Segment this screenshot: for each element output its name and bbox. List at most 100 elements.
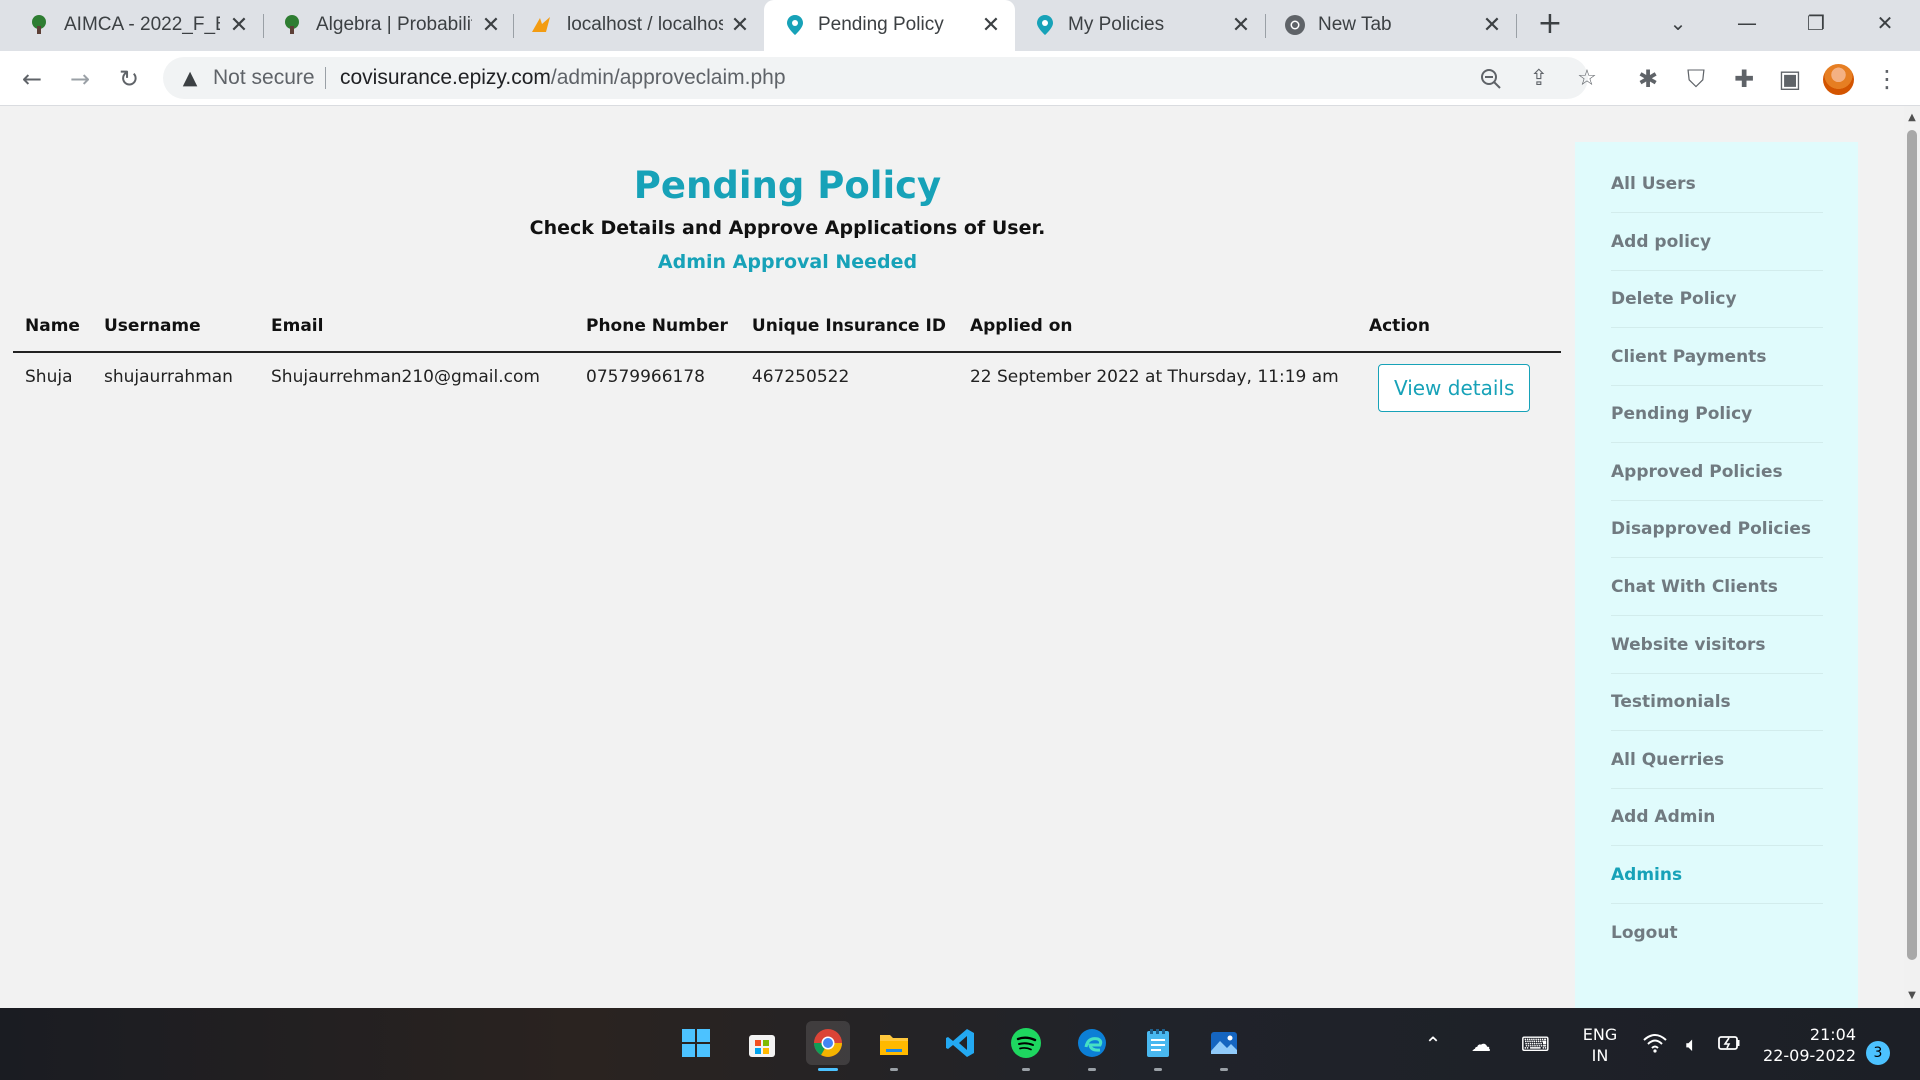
- page-title: Pending Policy: [633, 164, 942, 207]
- warning-triangle-icon[interactable]: ▲: [177, 65, 203, 91]
- col-phone: Phone Number: [574, 299, 740, 353]
- minimize-icon[interactable]: —: [1727, 6, 1767, 40]
- wifi-icon[interactable]: [1641, 1030, 1669, 1058]
- sidebar-item-client-payments[interactable]: Client Payments: [1611, 328, 1823, 386]
- tab-close-icon[interactable]: ✕: [727, 12, 753, 38]
- sidebar-item-logout[interactable]: Logout: [1611, 904, 1823, 962]
- side-panel-icon[interactable]: ▣: [1774, 63, 1806, 95]
- tab-title: localhost / localhos: [567, 14, 723, 35]
- url-path: /admin/approveclaim.php: [550, 66, 786, 89]
- browser-tab-algebra[interactable]: Algebra | Probabilit ✕: [251, 0, 502, 51]
- browser-tab-aimca[interactable]: AIMCA - 2022_F_Ba ✕: [0, 0, 260, 51]
- sidebar-item-add-policy[interactable]: Add policy: [1611, 213, 1823, 271]
- shield-extension-icon[interactable]: ⛉: [1680, 63, 1712, 95]
- col-action: Action: [1356, 299, 1561, 353]
- language-indicator[interactable]: ENG IN: [1578, 1024, 1622, 1066]
- close-window-icon[interactable]: ✕: [1865, 6, 1905, 40]
- bug-extension-icon[interactable]: ✱: [1632, 63, 1664, 95]
- running-app-indicator: [890, 1068, 898, 1071]
- scroll-down-arrow-icon[interactable]: ▼: [1904, 988, 1920, 1004]
- edge-icon[interactable]: [1070, 1021, 1114, 1071]
- language-code: ENG: [1582, 1025, 1618, 1044]
- sidebar-item-chat-with-clients[interactable]: Chat With Clients: [1611, 558, 1823, 616]
- table-row: Shuja shujaurrahman Shujaurrehman210@gma…: [13, 352, 1561, 426]
- browser-tab-my-policies[interactable]: My Policies ✕: [1015, 0, 1266, 51]
- zoom-icon[interactable]: [1477, 65, 1505, 93]
- page-scrollbar[interactable]: ▲ ▼: [1904, 106, 1920, 1008]
- page-subtitle: Check Details and Approve Applications o…: [529, 217, 1046, 239]
- windows-taskbar: ⌃ ☁ ⌨ ENG IN 🔈︎ 21:04 22-09-2022 3: [0, 1008, 1920, 1080]
- spotify-icon[interactable]: [1004, 1021, 1048, 1071]
- tab-close-icon[interactable]: ✕: [226, 12, 252, 38]
- cell-username: shujaurrahman: [104, 367, 233, 387]
- sidebar-item-delete-policy[interactable]: Delete Policy: [1611, 270, 1823, 328]
- tree-logo-icon: [285, 15, 299, 34]
- scrollbar-thumb[interactable]: [1907, 130, 1917, 960]
- address-divider: [325, 67, 326, 89]
- new-tab-plus-icon[interactable]: +: [1533, 8, 1567, 42]
- tab-search-chevron-icon[interactable]: ⌄: [1658, 6, 1698, 40]
- back-arrow-icon[interactable]: ←: [16, 63, 48, 95]
- puzzle-extensions-icon[interactable]: ✚: [1728, 63, 1760, 95]
- forward-arrow-icon[interactable]: →: [64, 63, 96, 95]
- location-pin-icon: [1037, 15, 1053, 35]
- file-explorer-icon[interactable]: [872, 1021, 916, 1071]
- sidebar-item-testimonials[interactable]: Testimonials: [1611, 673, 1823, 731]
- profile-avatar[interactable]: [1823, 64, 1854, 95]
- cell-phone: 07579966178: [586, 367, 705, 387]
- browser-tab-new-tab[interactable]: New Tab ✕: [1266, 0, 1517, 51]
- notepad-icon[interactable]: [1136, 1021, 1180, 1071]
- tab-title: Algebra | Probabilit: [316, 14, 472, 35]
- share-icon[interactable]: ⇪: [1525, 65, 1553, 93]
- tab-title: AIMCA - 2022_F_Ba: [64, 14, 220, 35]
- browser-toolbar: ← → ↻ ▲ Not secure covisurance.epizy.com…: [0, 51, 1920, 106]
- tab-close-icon[interactable]: ✕: [1479, 12, 1505, 38]
- photos-icon[interactable]: [1202, 1021, 1246, 1071]
- reload-icon[interactable]: ↻: [113, 63, 145, 95]
- tab-title: My Policies: [1068, 14, 1165, 35]
- running-app-indicator: [1022, 1068, 1030, 1071]
- restore-icon[interactable]: ❐: [1796, 6, 1836, 40]
- location-pin-icon: [787, 15, 803, 35]
- windows-start-icon[interactable]: [674, 1021, 718, 1065]
- active-app-indicator: [818, 1068, 838, 1071]
- sidebar-item-all-querries[interactable]: All Querries: [1611, 731, 1823, 789]
- tab-close-icon[interactable]: ✕: [478, 12, 504, 38]
- sidebar-item-all-users[interactable]: All Users: [1611, 155, 1823, 213]
- approval-notice: Admin Approval Needed: [657, 251, 918, 273]
- browser-tab-localhost[interactable]: localhost / localhos ✕: [502, 0, 764, 51]
- cell-action: View details: [1357, 352, 1561, 426]
- col-applied-on: Applied on: [957, 299, 1357, 353]
- url-text[interactable]: covisurance.epizy.com/admin/approveclaim…: [340, 67, 786, 89]
- sidebar-item-approved-policies[interactable]: Approved Policies: [1611, 443, 1823, 501]
- table-header-row: Name Username Email Phone Number Unique …: [13, 299, 1561, 353]
- vscode-icon[interactable]: [938, 1021, 982, 1065]
- view-details-button[interactable]: View details: [1377, 364, 1531, 412]
- col-email: Email: [259, 299, 574, 353]
- tab-close-icon[interactable]: ✕: [978, 12, 1004, 38]
- system-clock[interactable]: 21:04 22-09-2022: [1756, 1024, 1856, 1066]
- tab-close-icon[interactable]: ✕: [1228, 12, 1254, 38]
- security-label[interactable]: Not secure: [213, 67, 315, 89]
- sidebar-item-admins[interactable]: Admins: [1611, 846, 1823, 904]
- notification-count-badge[interactable]: 3: [1866, 1041, 1890, 1065]
- touch-keyboard-icon[interactable]: ⌨: [1521, 1030, 1550, 1058]
- col-insurance-id: Unique Insurance ID: [739, 299, 958, 353]
- clock-time: 21:04: [1809, 1025, 1856, 1044]
- browser-tab-pending-policy[interactable]: Pending Policy ✕: [764, 0, 1015, 51]
- bookmark-star-icon[interactable]: ☆: [1573, 65, 1601, 93]
- address-bar[interactable]: ▲ Not secure covisurance.epizy.com/admin…: [163, 57, 1597, 99]
- volume-icon[interactable]: 🔈︎: [1678, 1030, 1706, 1058]
- onedrive-cloud-icon[interactable]: ☁: [1467, 1030, 1495, 1058]
- battery-icon[interactable]: [1715, 1030, 1743, 1058]
- microsoft-store-icon[interactable]: [740, 1021, 784, 1065]
- sidebar-item-disapproved-policies[interactable]: Disapproved Policies: [1611, 500, 1823, 558]
- menu-kebab-icon[interactable]: ⋮: [1871, 63, 1903, 95]
- scroll-up-arrow-icon[interactable]: ▲: [1904, 110, 1920, 126]
- sidebar-item-pending-policy[interactable]: Pending Policy: [1611, 385, 1823, 443]
- chrome-taskbar-icon[interactable]: [806, 1021, 850, 1071]
- col-name: Name: [13, 299, 92, 353]
- show-hidden-icons-chevron-icon[interactable]: ⌃: [1419, 1030, 1447, 1058]
- sidebar-item-website-visitors[interactable]: Website visitors: [1611, 616, 1823, 674]
- sidebar-item-add-admin[interactable]: Add Admin: [1611, 788, 1823, 846]
